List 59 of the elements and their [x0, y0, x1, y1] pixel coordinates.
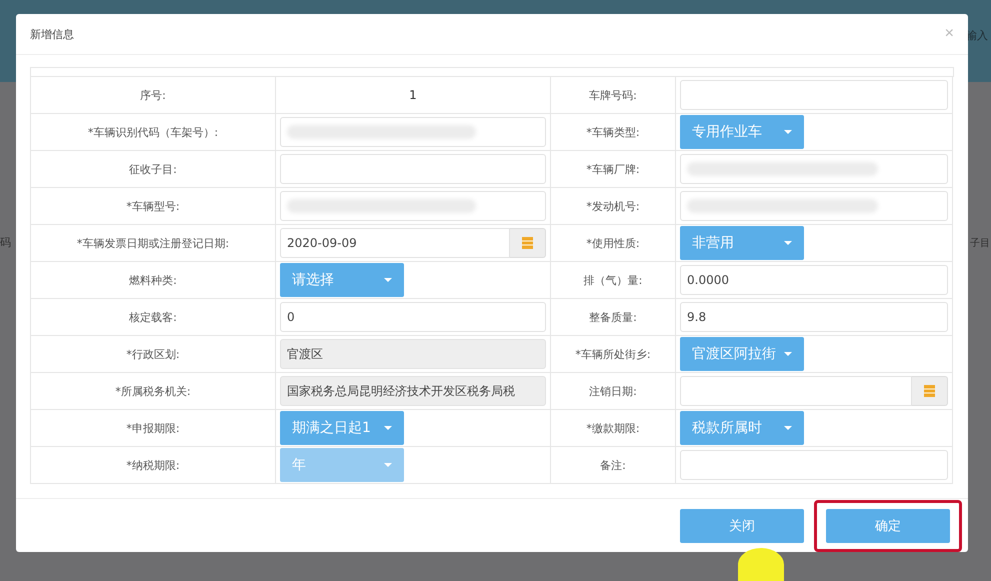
dialog-button[interactable]: 确定: [826, 508, 950, 542]
field-label: *车辆发票日期或注册登记日期:: [31, 225, 276, 262]
field-label: 车牌号码:: [551, 77, 676, 114]
caret-icon: [784, 352, 792, 356]
field-label: *车辆类型:: [551, 114, 676, 151]
dropdown[interactable]: 税款所属时: [680, 411, 804, 445]
field-label: *车辆型号:: [31, 188, 276, 225]
input-field[interactable]: [680, 154, 948, 184]
field-label: *发动机号:: [551, 188, 676, 225]
calendar-icon: [522, 237, 533, 249]
dropdown[interactable]: 非营用: [680, 226, 804, 260]
calendar-icon: [924, 385, 935, 397]
input-field[interactable]: 0.0000: [680, 265, 948, 295]
field-label: *所属税务机关:: [31, 373, 276, 410]
field-label: 序号:: [31, 77, 276, 114]
field-label: 排（气）量:: [551, 262, 676, 299]
caret-icon: [384, 426, 392, 430]
input-field[interactable]: [680, 191, 948, 221]
calendar-button[interactable]: [510, 228, 546, 258]
dropdown[interactable]: 期满之日起1: [280, 411, 404, 445]
calendar-button[interactable]: [912, 376, 948, 406]
field-label: *使用性质:: [551, 225, 676, 262]
field-label: 整备质量:: [551, 299, 676, 336]
dropdown[interactable]: 专用作业车: [680, 115, 804, 149]
input-field[interactable]: [280, 191, 546, 221]
sequence-number: 1: [408, 88, 418, 102]
field-label: *行政区划:: [31, 336, 276, 373]
caret-icon: [784, 241, 792, 245]
dropdown[interactable]: 请选择: [280, 263, 404, 297]
field-label: 注销日期:: [551, 373, 676, 410]
dialog-button[interactable]: 关闭: [680, 508, 804, 542]
caret-icon: [384, 463, 392, 467]
field-label: *车辆厂牌:: [551, 151, 676, 188]
caret-icon: [784, 426, 792, 430]
caret-icon: [784, 130, 792, 134]
dialog-title: 新增信息: [30, 26, 74, 42]
field-label: *申报期限:: [31, 410, 276, 447]
input-field[interactable]: [280, 154, 546, 184]
field-label: *纳税期限:: [31, 447, 276, 484]
close-button[interactable]: ×: [944, 25, 954, 43]
dropdown[interactable]: 官渡区阿拉街: [680, 337, 804, 371]
date-field[interactable]: [680, 376, 912, 406]
field-label: 备注:: [551, 447, 676, 484]
field-label: *缴款期限:: [551, 410, 676, 447]
caret-icon: [384, 278, 392, 282]
background-text: 码: [0, 235, 11, 250]
field-label: 燃料种类:: [31, 262, 276, 299]
input-field[interactable]: 0: [280, 302, 546, 332]
date-field[interactable]: 2020-09-09: [280, 228, 510, 258]
field-label: 征收子目:: [31, 151, 276, 188]
input-field[interactable]: [280, 117, 546, 147]
input-field[interactable]: 9.8: [680, 302, 948, 332]
field-label: *车辆识别代码（车架号）:: [31, 114, 276, 151]
input-field[interactable]: [680, 450, 948, 480]
field-label: 核定载客:: [31, 299, 276, 336]
field-label: *车辆所处街乡:: [551, 336, 676, 373]
click-highlight: [738, 548, 784, 581]
background-text: 子目: [970, 237, 990, 250]
input-field[interactable]: [680, 80, 948, 110]
